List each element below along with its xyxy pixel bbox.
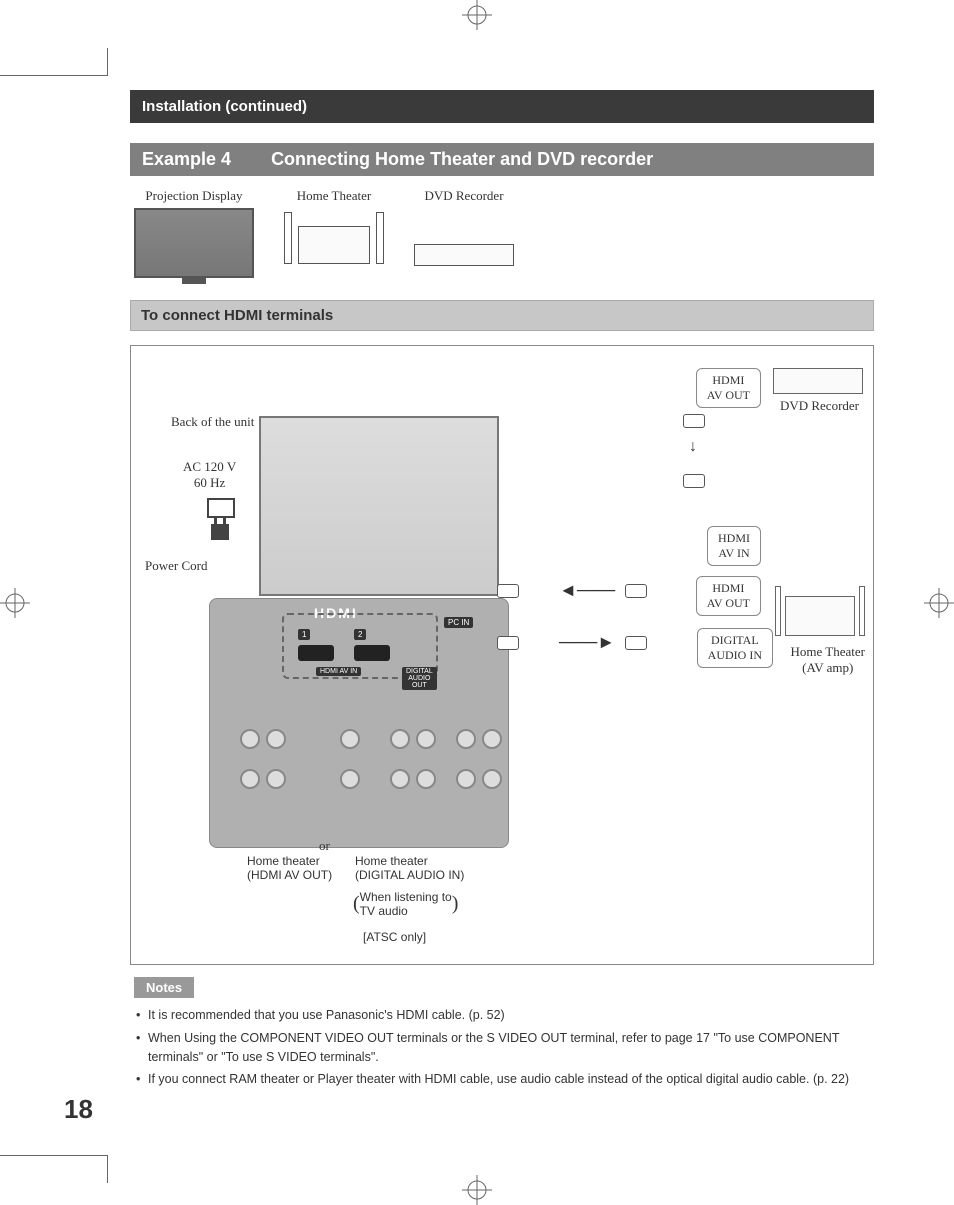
registration-mark-icon: [0, 588, 30, 618]
connection-diagram: Back of the unit AC 120 V 60 Hz Power Co…: [130, 345, 874, 965]
example-heading: Example 4 Connecting Home Theater and DV…: [130, 143, 874, 176]
example-number: Example 4: [142, 149, 231, 170]
power-cord-label: Power Cord: [145, 558, 207, 574]
optical-plug-icon: [497, 636, 519, 650]
dvd-icon: [414, 244, 514, 266]
example-title: Connecting Home Theater and DVD recorder: [271, 149, 653, 170]
hdmi-plug-icon: [683, 414, 705, 428]
hdmi-av-out-port: HDMI AV OUT: [696, 368, 761, 408]
subsection-header: To connect HDMI terminals: [130, 300, 874, 331]
projection-display-device: Projection Display: [134, 188, 254, 278]
registration-mark-icon: [462, 0, 492, 30]
section-header: Installation (continued): [130, 90, 874, 123]
home-theater-amp-icon: [775, 582, 865, 642]
arrow-down-icon: ↓: [689, 438, 697, 456]
hdmi-plug-icon: [625, 584, 647, 598]
device-label: DVD Recorder: [414, 188, 514, 204]
page-number: 18: [64, 1094, 93, 1125]
crop-mark: [0, 1155, 108, 1183]
hdmi-av-in-tag: HDMI AV IN: [316, 667, 361, 676]
hdmi-av-out-port-2: HDMI AV OUT: [696, 576, 761, 616]
rear-panel: HDMI 1 2 HDMI AV IN PC IN DIGITAL AUDIO …: [209, 598, 509, 848]
note-item: If you connect RAM theater or Player the…: [136, 1070, 874, 1089]
dvd-recorder-label: DVD Recorder: [780, 398, 859, 414]
digital-audio-out-tag: DIGITAL AUDIO OUT: [402, 667, 437, 690]
port-number-2: 2: [354, 629, 366, 640]
home-theater-digital-label: Home theater (DIGITAL AUDIO IN): [355, 854, 464, 882]
or-label: or: [319, 838, 330, 854]
arrow-right-icon: ───►: [559, 632, 615, 653]
home-theater-amp-label: Home Theater (AV amp): [791, 644, 865, 676]
optical-plug-icon: [625, 636, 647, 650]
home-theater-icon: [284, 208, 384, 268]
hdmi-slot-1-icon: [298, 645, 334, 661]
home-theater-hdmi-label: Home theater (HDMI AV OUT): [247, 854, 332, 882]
notes-list: It is recommended that you use Panasonic…: [130, 1006, 874, 1089]
unit-back-icon: [259, 416, 499, 596]
when-listening-note: (When listening to TV audio): [353, 890, 458, 918]
note-item: When Using the COMPONENT VIDEO OUT termi…: [136, 1029, 874, 1067]
dvd-recorder-icon: [773, 368, 863, 394]
notes-heading: Notes: [134, 977, 194, 998]
atsc-only-label: [ATSC only]: [363, 930, 426, 944]
hdmi-slot-2-icon: [354, 645, 390, 661]
dvd-recorder-device: DVD Recorder: [414, 188, 514, 266]
hdmi-plug-icon: [683, 474, 705, 488]
device-label: Home Theater: [284, 188, 384, 204]
registration-mark-icon: [462, 1175, 492, 1205]
pc-in-tag: PC IN: [444, 617, 473, 628]
back-of-unit-label: Back of the unit: [171, 414, 254, 430]
digital-audio-in-port: DIGITAL AUDIO IN: [697, 628, 773, 668]
arrow-left-icon: ◄───: [559, 580, 615, 601]
hdmi-plug-icon: [497, 584, 519, 598]
device-overview-row: Projection Display Home Theater DVD Reco…: [130, 184, 874, 278]
hdmi-av-in-port: HDMI AV IN: [707, 526, 761, 566]
note-item: It is recommended that you use Panasonic…: [136, 1006, 874, 1025]
port-number-1: 1: [298, 629, 310, 640]
ac-label: AC 120 V 60 Hz: [183, 459, 236, 491]
plug-icon: [211, 524, 229, 540]
registration-mark-icon: [924, 588, 954, 618]
home-theater-device: Home Theater: [284, 188, 384, 268]
crop-mark: [0, 48, 108, 76]
outlet-icon: [207, 498, 235, 518]
tv-icon: [134, 208, 254, 278]
device-label: Projection Display: [134, 188, 254, 204]
